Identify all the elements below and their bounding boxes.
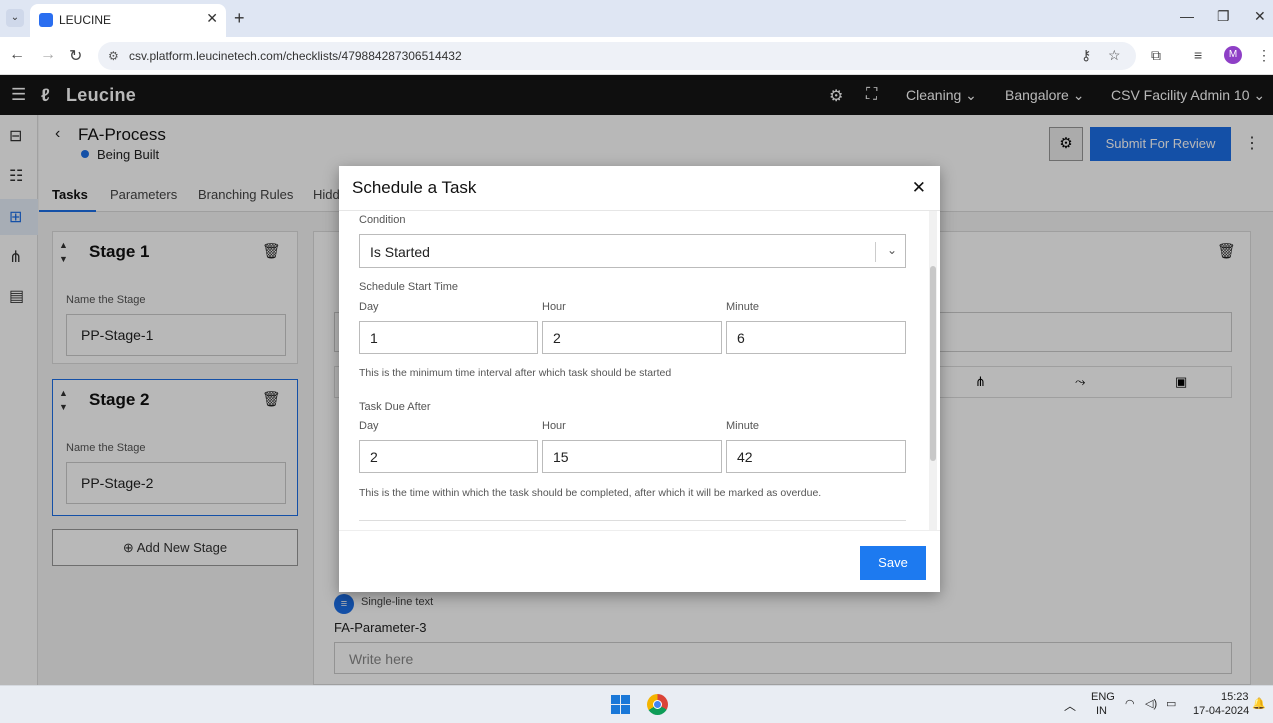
- due-hour-label: Hour: [542, 420, 566, 432]
- condition-value: Is Started: [370, 244, 430, 260]
- start-hour-label: Hour: [542, 301, 566, 313]
- language-top[interactable]: ENG: [1091, 691, 1115, 703]
- os-taskbar: ︿ ENG IN ◠ ◁) ▭ 15:23 17-04-2024 🔔: [0, 685, 1273, 723]
- bookmark-star-icon[interactable]: ☆: [1108, 47, 1121, 64]
- due-hour-input[interactable]: 15: [542, 440, 722, 473]
- new-tab-icon[interactable]: +: [234, 8, 245, 29]
- media-icon[interactable]: ≡: [1194, 47, 1202, 63]
- modal-body: Condition Is Started ⌄ Schedule Start Ti…: [339, 211, 940, 530]
- start-minute-label: Minute: [726, 301, 760, 313]
- due-minute-label: Minute: [726, 420, 760, 432]
- chevron-down-icon[interactable]: ⌄: [887, 243, 897, 257]
- due-day-input[interactable]: 2: [359, 440, 538, 473]
- select-separator: [875, 242, 876, 262]
- due-minute-input[interactable]: 42: [726, 440, 906, 473]
- favicon-icon: [39, 13, 53, 27]
- tray-overflow-icon[interactable]: ︿: [1064, 697, 1076, 714]
- start-time-help: This is the minimum time interval after …: [359, 367, 672, 379]
- modal-title: Schedule a Task: [352, 178, 477, 197]
- tab-search-icon[interactable]: ⌄: [6, 9, 24, 27]
- notification-bell-icon[interactable]: 🔔: [1252, 697, 1266, 710]
- divider: [359, 520, 906, 521]
- wifi-icon[interactable]: ◠: [1125, 697, 1135, 710]
- forward-icon[interactable]: →: [40, 46, 56, 64]
- close-icon[interactable]: ✕: [912, 178, 926, 198]
- start-hour-input[interactable]: 2: [542, 321, 722, 354]
- url-input[interactable]: ⚙ csv.platform.leucinetech.com/checklist…: [98, 42, 1136, 70]
- maximize-icon[interactable]: ❐: [1217, 8, 1230, 25]
- volume-icon[interactable]: ◁): [1145, 697, 1157, 710]
- start-time-section-label: Schedule Start Time: [359, 281, 459, 293]
- chrome-icon[interactable]: [647, 694, 668, 715]
- modal-scroll-thumb[interactable]: [930, 266, 936, 461]
- windows-start-icon[interactable]: [611, 695, 630, 714]
- due-day-label: Day: [359, 420, 379, 432]
- minimize-icon[interactable]: —: [1180, 8, 1194, 24]
- condition-select[interactable]: Is Started ⌄: [359, 234, 906, 268]
- clock-date[interactable]: 17-04-2024: [1193, 705, 1249, 717]
- extensions-icon[interactable]: ⧉: [1151, 47, 1161, 64]
- schedule-task-modal: Schedule a Task ✕ Condition Is Started ⌄…: [339, 166, 940, 592]
- address-bar: ← → ↻ ⚙ csv.platform.leucinetech.com/che…: [0, 37, 1273, 75]
- back-icon[interactable]: ←: [9, 46, 25, 64]
- start-day-input[interactable]: 1: [359, 321, 538, 354]
- browser-menu-icon[interactable]: ⋮: [1257, 47, 1271, 64]
- password-key-icon[interactable]: ⚷: [1081, 47, 1091, 64]
- due-after-help: This is the time within which the task s…: [359, 487, 822, 499]
- tab-title: LEUCINE: [59, 13, 112, 27]
- due-after-section-label: Task Due After: [359, 401, 431, 413]
- start-minute-input[interactable]: 6: [726, 321, 906, 354]
- site-info-icon[interactable]: ⚙: [108, 49, 119, 63]
- start-day-label: Day: [359, 301, 379, 313]
- battery-icon[interactable]: ▭: [1166, 697, 1176, 710]
- close-tab-icon[interactable]: ✕: [206, 10, 218, 27]
- profile-avatar[interactable]: M: [1224, 46, 1242, 64]
- browser-tab-bar: ⌄ LEUCINE ✕ + — ❐ ✕: [0, 0, 1273, 37]
- url-text: csv.platform.leucinetech.com/checklists/…: [129, 49, 462, 63]
- save-button[interactable]: Save: [860, 546, 926, 580]
- modal-footer: Save: [339, 530, 940, 592]
- browser-tab[interactable]: LEUCINE ✕: [30, 4, 226, 37]
- language-bottom[interactable]: IN: [1096, 705, 1107, 717]
- reload-icon[interactable]: ↻: [69, 46, 82, 66]
- condition-label: Condition: [359, 214, 406, 226]
- close-window-icon[interactable]: ✕: [1254, 8, 1266, 25]
- clock-time[interactable]: 15:23: [1221, 691, 1249, 703]
